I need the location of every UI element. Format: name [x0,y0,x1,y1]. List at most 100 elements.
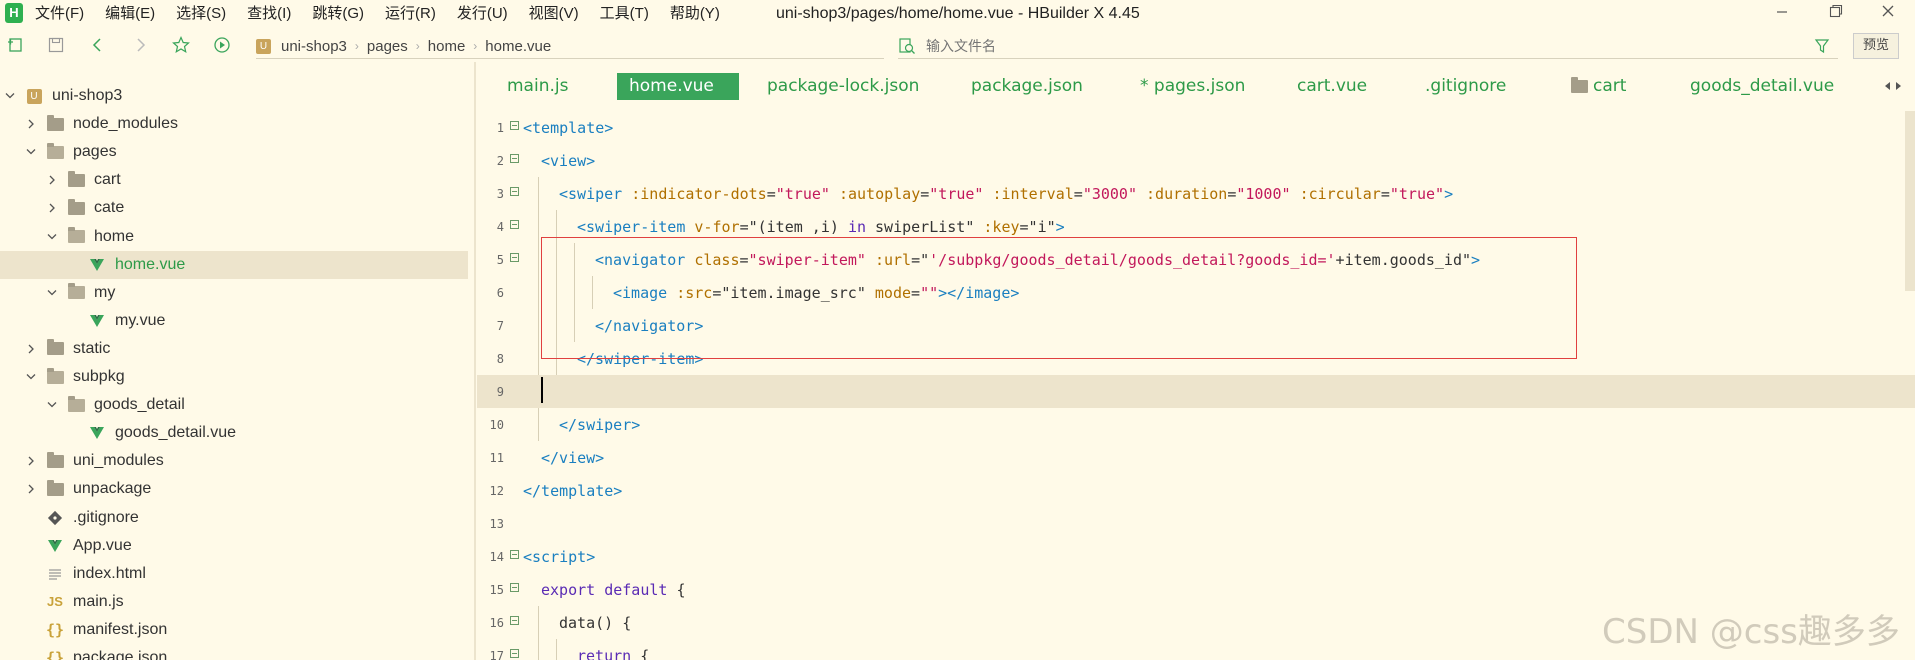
sidebar-divider[interactable] [474,62,476,660]
tree-item[interactable]: home [0,223,468,251]
chevron-down-icon[interactable] [25,148,37,156]
chevron-right-icon[interactable] [25,119,37,129]
code-editor[interactable]: 1 <template> 2 <view> 3 <swiper :indicator-do… [477,111,1915,660]
code-line[interactable]: 12 </template> [477,474,1915,507]
fold-toggle-icon[interactable] [510,187,519,196]
tree-item-label: index.html [73,564,146,582]
back-button[interactable] [88,35,108,55]
minimize-button[interactable] [1762,0,1802,28]
menu-item[interactable]: 跳转(G) [307,0,369,28]
tab-scroll-right-button[interactable] [1894,78,1904,92]
file-search-input[interactable] [924,37,1808,55]
tree-item[interactable]: goods_detail.vue [0,419,468,447]
tree-item[interactable]: App.vue [0,532,468,560]
menu-item[interactable]: 选择(S) [171,0,231,28]
tree-item[interactable]: pages [0,138,468,166]
tree-item[interactable]: uni_modules [0,447,468,475]
code-token: "true" [1389,184,1445,203]
tree-item[interactable]: my.vue [0,307,468,335]
editor-scrollbar[interactable] [1905,111,1915,291]
code-line[interactable]: 2 <view> [477,144,1915,177]
tree-item[interactable]: {} package.json [0,644,468,660]
line-number: 7 [496,318,504,333]
editor-tab[interactable]: package.json [971,73,1091,100]
tree-item[interactable]: home.vue [0,250,468,279]
tab-scroll-left-button[interactable] [1882,78,1892,92]
chevron-down-icon[interactable] [46,289,58,297]
forward-button[interactable] [130,35,150,55]
preview-button[interactable]: 预览 [1853,33,1899,59]
tree-item[interactable]: JS main.js [0,588,468,616]
breadcrumb-item[interactable]: uni-shop3 [281,38,347,55]
tree-item[interactable]: cart [0,166,468,194]
menu-item[interactable]: 视图(V) [524,0,584,28]
breadcrumb-item[interactable]: home [428,38,466,55]
menu-item[interactable]: 帮助(Y) [665,0,725,28]
favorite-button[interactable] [171,35,191,55]
editor-tab[interactable]: package-lock.json [767,73,937,100]
menu-item[interactable]: 工具(T) [595,0,654,28]
chevron-right-icon[interactable] [25,456,37,466]
save-button[interactable] [46,35,66,55]
editor-tab[interactable]: .gitignore [1425,73,1535,100]
menu-item[interactable]: 发行(U) [452,0,513,28]
fold-toggle-icon[interactable] [510,550,519,559]
restore-button[interactable] [1816,0,1856,28]
code-line[interactable]: 11 </view> [477,441,1915,474]
menu-item[interactable]: 运行(R) [380,0,441,28]
fold-toggle-icon[interactable] [510,121,519,130]
code-line[interactable]: 15 export default { [477,573,1915,606]
tree-item[interactable]: {} manifest.json [0,616,468,644]
fold-toggle-icon[interactable] [510,253,519,262]
menu-item[interactable]: 编辑(E) [100,0,160,28]
fold-toggle-icon[interactable] [510,616,519,625]
chevron-down-icon[interactable] [25,373,37,381]
tree-item[interactable]: goods_detail [0,391,468,419]
editor-tab[interactable]: main.js [507,73,577,100]
chevron-down-icon[interactable] [4,92,16,100]
tree-item[interactable]: Uuni-shop3 [0,82,468,110]
chevron-down-icon[interactable] [46,233,58,241]
breadcrumb-item[interactable]: home.vue [485,38,551,55]
tree-item[interactable]: my [0,279,468,307]
fold-toggle-icon[interactable] [510,220,519,229]
git-file-icon [45,509,65,527]
run-button[interactable] [212,35,232,55]
editor-tab[interactable]: * pages.json [1140,73,1290,100]
tree-item[interactable]: index.html [0,560,468,588]
editor-tab[interactable]: cart [1569,73,1659,100]
chevron-right-icon[interactable] [25,344,37,354]
editor-tab[interactable]: cart.vue [1297,73,1409,100]
fold-toggle-icon[interactable] [510,154,519,163]
editor-tab[interactable]: goods_detail.vue [1690,73,1880,100]
line-number: 13 [489,516,504,531]
toolbar: U uni-shop3 › pages › home › home.vue 预览 [0,30,1915,62]
close-button[interactable] [1868,0,1908,28]
tree-item[interactable]: subpkg [0,363,468,391]
fold-toggle-icon[interactable] [510,649,519,658]
menu-item[interactable]: 文件(F) [30,0,89,28]
code-line[interactable]: 13 [477,507,1915,540]
breadcrumb-item[interactable]: pages [367,38,408,55]
code-line[interactable]: 14 <script> [477,540,1915,573]
tree-item[interactable]: static [0,335,468,363]
tree-item[interactable]: .gitignore [0,504,468,532]
chevron-right-icon[interactable] [46,203,58,213]
tree-item[interactable]: node_modules [0,110,468,138]
editor-tab[interactable]: home.vue [617,73,739,100]
fold-toggle-icon[interactable] [510,583,519,592]
tree-item[interactable]: cate [0,194,468,222]
chevron-right-icon[interactable] [46,175,58,185]
menu-item[interactable]: 查找(I) [242,0,296,28]
code-line[interactable]: 9 [477,375,1915,408]
code-line[interactable]: 10 </swiper> [477,408,1915,441]
code-line[interactable]: 1 <template> [477,111,1915,144]
chevron-right-icon[interactable] [25,484,37,494]
code-line[interactable]: 3 <swiper :indicator-dots="true" :autopla… [477,177,1915,210]
new-file-button[interactable] [6,35,26,55]
chevron-down-icon[interactable] [46,401,58,409]
filter-icon[interactable] [1814,38,1830,54]
tree-item[interactable]: unpackage [0,475,468,503]
code-token: "1000" [1236,184,1291,203]
